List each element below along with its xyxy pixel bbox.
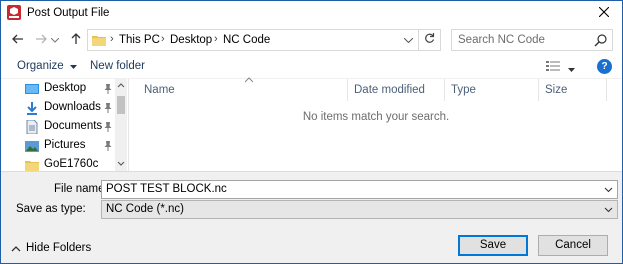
sidebar-item-downloads[interactable]: Downloads [25,99,125,117]
search-placeholder: Search NC Code [458,34,545,46]
sidebar-item-label: GoE1760c [44,158,99,170]
file-name-value: POST TEST BLOCK.nc [106,183,227,195]
chevron-down-icon [568,63,575,75]
column-header-label: Name [144,84,175,96]
search-input[interactable]: Search NC Code [451,29,613,51]
details-view-icon [546,61,560,75]
up-button[interactable] [67,31,85,49]
chevron-down-icon [69,60,77,72]
scroll-up-icon[interactable] [115,81,127,91]
column-header-date-modified[interactable]: Date modified [348,79,445,101]
sidebar-item-label: Desktop [44,82,87,94]
refresh-icon [424,33,435,47]
breadcrumb-this-pc[interactable]: This PC [119,34,160,46]
chevron-up-icon [11,244,21,252]
scrollbar-thumb[interactable] [117,96,125,114]
pin-icon [103,140,113,152]
breadcrumb-separator: › [161,33,165,45]
forward-arrow-icon [35,34,47,47]
save-form: File name: POST TEST BLOCK.nc Save as ty… [1,171,622,263]
sidebar-item-desktop[interactable]: Desktop [25,80,125,98]
hide-folders-button[interactable]: Hide Folders [11,241,101,257]
folder-icon [25,158,39,172]
save-as-type-label: Save as type: [16,203,86,215]
search-icon[interactable] [594,33,608,47]
close-icon [598,6,610,20]
organize-label: Organize [17,60,64,72]
sort-ascending-icon [245,77,253,83]
chevron-down-icon [603,204,614,215]
forward-button[interactable] [32,31,50,49]
sidebar-item-label: Documents [44,120,103,132]
help-icon[interactable]: ? [597,59,612,74]
file-name-label: File name: [54,183,108,195]
pin-icon [103,102,113,114]
recent-locations-button[interactable] [49,31,61,49]
pictures-icon [25,139,39,153]
chevron-down-icon [403,34,414,46]
scroll-down-icon[interactable] [115,159,127,169]
title-bar: Post Output File [1,1,622,25]
command-bar: Organize New folder ? [1,55,622,79]
back-arrow-icon [12,34,24,47]
chevron-down-icon[interactable] [603,184,614,195]
breadcrumb-nc-code[interactable]: NC Code [223,34,270,46]
save-dialog: Post Output File › This PC › Desktop › N… [0,0,623,264]
save-as-type-value: NC Code (*.nc) [106,203,184,215]
back-button[interactable] [9,31,27,49]
navigation-pane: Desktop Downloads Documents Pictures GoE… [1,79,129,171]
column-header-label: Size [545,84,568,96]
documents-icon [25,119,39,135]
sidebar-item-label: Downloads [44,101,101,113]
column-header-size[interactable]: Size [539,79,607,101]
file-list[interactable]: Name Date modified Type Size No items ma… [130,77,622,171]
organize-button[interactable]: Organize [17,60,77,72]
sidebar-item-label: Pictures [44,139,86,151]
address-dropdown-button[interactable] [400,30,416,50]
empty-folder-message: No items match your search. [302,111,450,123]
close-button[interactable] [586,1,622,25]
column-header-name[interactable]: Name [138,77,348,101]
column-header-label: Date modified [354,84,425,96]
pin-icon [103,121,113,133]
change-view-button[interactable] [546,60,576,74]
breadcrumb-separator: › [110,33,114,45]
column-header-type[interactable]: Type [445,79,539,101]
address-bar[interactable]: › This PC › Desktop › NC Code [87,29,441,51]
pin-icon [103,83,113,95]
cancel-button[interactable]: Cancel [538,235,608,256]
hide-folders-label: Hide Folders [26,242,92,254]
new-folder-button[interactable]: New folder [90,60,145,72]
sidebar-item-documents[interactable]: Documents [25,118,125,136]
breadcrumb-separator: › [214,33,218,45]
up-arrow-icon [71,32,81,48]
desktop-folder-icon [25,82,39,96]
address-row: › This PC › Desktop › NC Code Search NC … [1,27,622,53]
downloads-icon [25,101,39,115]
breadcrumb-desktop[interactable]: Desktop [170,34,212,46]
save-as-type-select[interactable]: NC Code (*.nc) [101,200,618,219]
folder-icon [92,33,106,47]
app-icon [7,5,21,20]
chevron-down-icon [50,34,60,46]
refresh-button[interactable] [418,30,440,50]
navigation-scrollbar[interactable] [115,79,127,171]
sidebar-item-pictures[interactable]: Pictures [25,137,125,155]
column-header-label: Type [451,84,476,96]
window-title: Post Output File [27,7,110,19]
save-button[interactable]: Save [458,235,528,256]
file-name-field[interactable]: POST TEST BLOCK.nc [101,180,618,199]
